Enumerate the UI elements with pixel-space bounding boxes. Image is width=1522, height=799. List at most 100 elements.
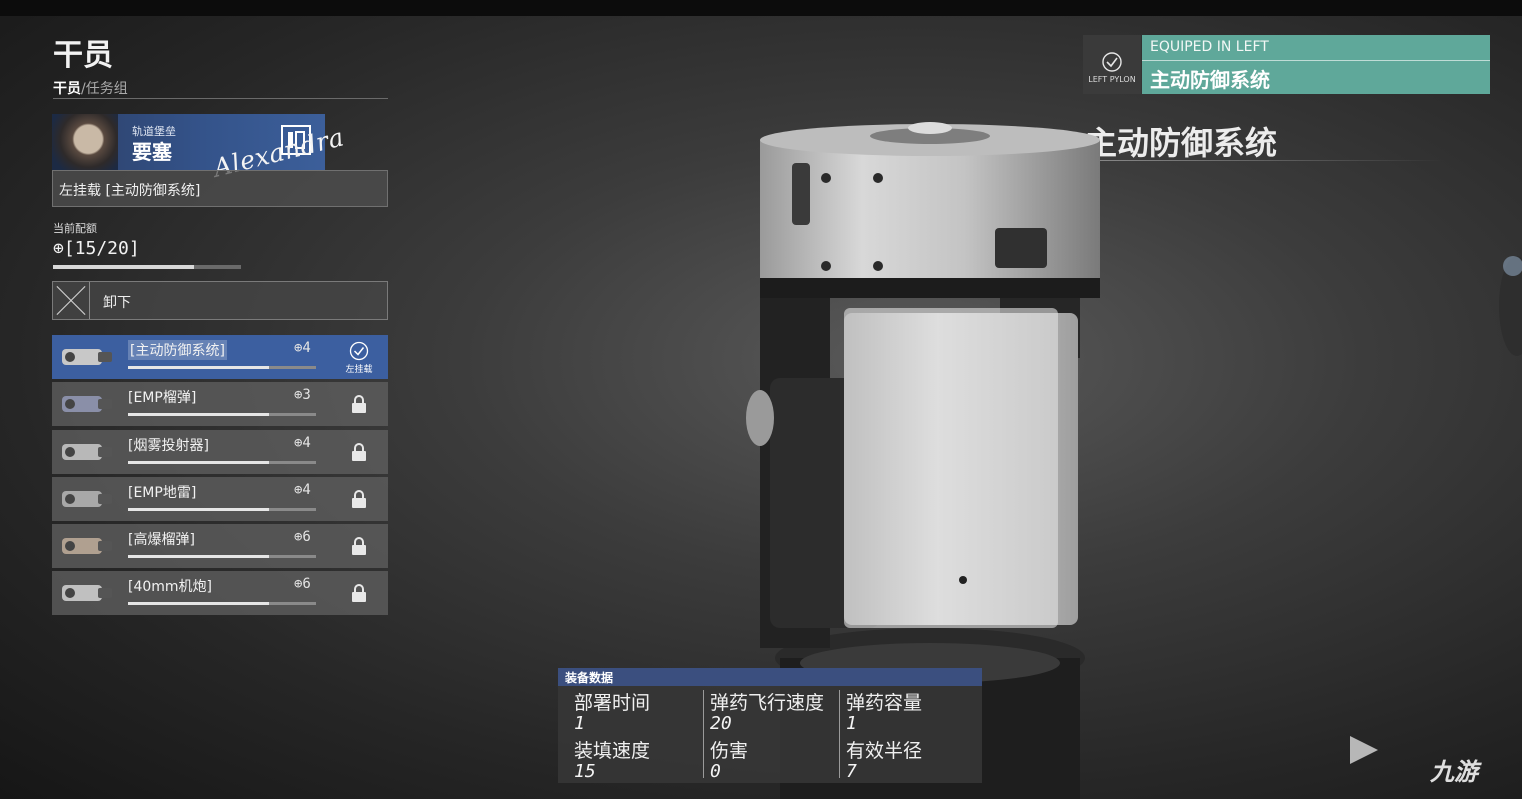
equipped-info: EQUIPED IN LEFT 主动防御系统 (1142, 35, 1490, 94)
check-circle-icon (1102, 52, 1122, 72)
equipment-item[interactable]: [高爆榴弹] ⊕6 (52, 524, 388, 569)
equipment-item-cost: ⊕3 (294, 387, 311, 404)
breadcrumb-divider (53, 98, 388, 99)
stat-label: 有效半径 (846, 740, 923, 762)
equipped-name: 主动防御系统 (1150, 68, 1270, 92)
page-title: 干员 (53, 38, 113, 73)
stat-value: 1 (574, 713, 585, 734)
he-grenade-icon (62, 538, 112, 555)
next-arrow-icon[interactable] (1342, 730, 1382, 770)
stat-effective-radius: 有效半径 7 (846, 736, 981, 781)
equipment-item-bar (128, 602, 316, 606)
equipment-item-status (339, 577, 379, 611)
left-pylon-box: LEFT PYLON (1083, 35, 1141, 94)
breadcrumb-current[interactable]: 干员 (53, 81, 81, 97)
character-loadout: 左挂载 [主动防御系统] (52, 170, 388, 207)
stat-value: 15 (574, 761, 596, 782)
equipment-item[interactable]: [40mm机炮] ⊕6 (52, 571, 388, 616)
equipment-item-status: 左挂载 (339, 341, 379, 375)
equipment-item-bar-fill (128, 555, 269, 559)
stat-label: 伤害 (710, 740, 749, 762)
equipment-item-bar (128, 555, 316, 559)
equipment-item-bar (128, 366, 316, 369)
equipment-item-cost: ⊕4 (294, 481, 311, 498)
x-icon (56, 282, 90, 319)
watermark-logo: 九游 (1430, 758, 1478, 786)
equipment-item-cost: ⊕6 (294, 576, 311, 593)
avatar (52, 114, 118, 170)
equipment-item-bar (128, 413, 316, 417)
stat-deploy-time: 部署时间 1 (574, 688, 709, 733)
left-pylon-label: LEFT PYLON (1088, 75, 1136, 84)
unequip-button[interactable]: 卸下 (52, 281, 388, 320)
equipment-item[interactable]: [主动防御系统] ⊕4 左挂载 (52, 335, 388, 379)
equipment-list: [主动防御系统] ⊕4 左挂载 [EMP榴弹] ⊕3 [烟雾投射器] ⊕4 [EMP地雷] ⊕4… (52, 335, 388, 619)
autocannon-icon (62, 585, 112, 602)
scroll-knob-icon (1499, 256, 1522, 356)
equipment-item-bar (128, 460, 316, 464)
equipment-item-status-label: 左挂载 (345, 365, 373, 375)
equipment-item-name: [40mm机炮] (128, 579, 213, 596)
equipment-item-bar-fill (128, 366, 269, 369)
weapon-title: 主动防御系统 (1085, 124, 1278, 162)
equipment-item-status (339, 388, 379, 422)
equipment-item-bar-fill (128, 413, 269, 417)
lock-icon (352, 537, 366, 556)
equipment-item-bar-fill (128, 507, 269, 511)
equipment-item-bar-fill (128, 460, 269, 464)
character-name: 要塞 (132, 140, 172, 164)
defense-system-icon (62, 349, 112, 365)
check-circle-icon (349, 341, 369, 361)
stat-ammo-capacity: 弹药容量 1 (846, 688, 981, 733)
quota-value: ⊕[15/20] (53, 238, 140, 259)
equipment-item-name: [高爆榴弹] (128, 532, 195, 549)
unequip-label: 卸下 (103, 295, 131, 311)
equipment-item-status (339, 483, 379, 517)
equipment-item-status (339, 436, 379, 470)
stat-label: 装填速度 (574, 740, 651, 762)
character-card[interactable]: 轨道堡垒 要塞 Alexandra 左挂载 [主动防御系统] (52, 114, 388, 207)
equipment-item-name: [EMP榴弹] (128, 390, 197, 407)
equipped-tag: LEFT PYLON EQUIPED IN LEFT 主动防御系统 (1083, 35, 1490, 94)
equipment-stats-panel: 装备数据 部署时间 1 弹药飞行速度 20 弹药容量 1 装填速度 15 伤害 … (558, 668, 982, 783)
equipment-item[interactable]: [EMP榴弹] ⊕3 (52, 382, 388, 427)
emp-grenade-icon (62, 396, 112, 413)
equipment-item[interactable]: [EMP地雷] ⊕4 (52, 476, 388, 521)
stat-label: 部署时间 (574, 692, 651, 714)
stat-value: 0 (710, 761, 721, 782)
equipment-item-status (339, 530, 379, 564)
stat-damage: 伤害 0 (710, 736, 845, 781)
quota-bar-fill (53, 265, 194, 269)
stat-value: 7 (846, 761, 857, 782)
quota-bar (53, 265, 241, 269)
lock-icon (352, 584, 366, 603)
weapon-title-underline (1085, 160, 1445, 161)
equipment-item-bar (128, 507, 316, 511)
emp-mine-icon (62, 490, 112, 507)
equipped-divider (1142, 60, 1490, 61)
top-bar (0, 0, 1522, 16)
breadcrumb: 干员/任务组 (53, 78, 128, 98)
stat-label: 弹药容量 (846, 692, 923, 714)
equipment-item-name: [主动防御系统] (128, 340, 227, 360)
stat-projectile-speed: 弹药飞行速度 20 (710, 688, 845, 733)
equipped-header: EQUIPED IN LEFT (1150, 39, 1269, 55)
equipment-item-name: [烟雾投射器] (128, 437, 209, 454)
equipment-item-cost: ⊕6 (294, 529, 311, 546)
stat-reload-speed: 装填速度 15 (574, 736, 709, 781)
stat-value: 20 (710, 713, 732, 734)
quota-label: 当前配额 (53, 222, 97, 235)
stats-title: 装备数据 (558, 668, 982, 686)
stat-value: 1 (846, 713, 857, 734)
equipment-item-name: [EMP地雷] (128, 484, 197, 501)
equipment-item[interactable]: [烟雾投射器] ⊕4 (52, 429, 388, 474)
lock-icon (352, 442, 366, 461)
stat-label: 弹药飞行速度 (710, 692, 825, 714)
equipment-item-cost: ⊕4 (294, 340, 311, 356)
breadcrumb-task-group[interactable]: /任务组 (81, 81, 128, 97)
lock-icon (352, 489, 366, 508)
equipment-item-bar-fill (128, 602, 269, 606)
lock-icon (352, 395, 366, 414)
smoke-launcher-icon (62, 443, 112, 460)
equipment-item-cost: ⊕4 (294, 434, 311, 451)
